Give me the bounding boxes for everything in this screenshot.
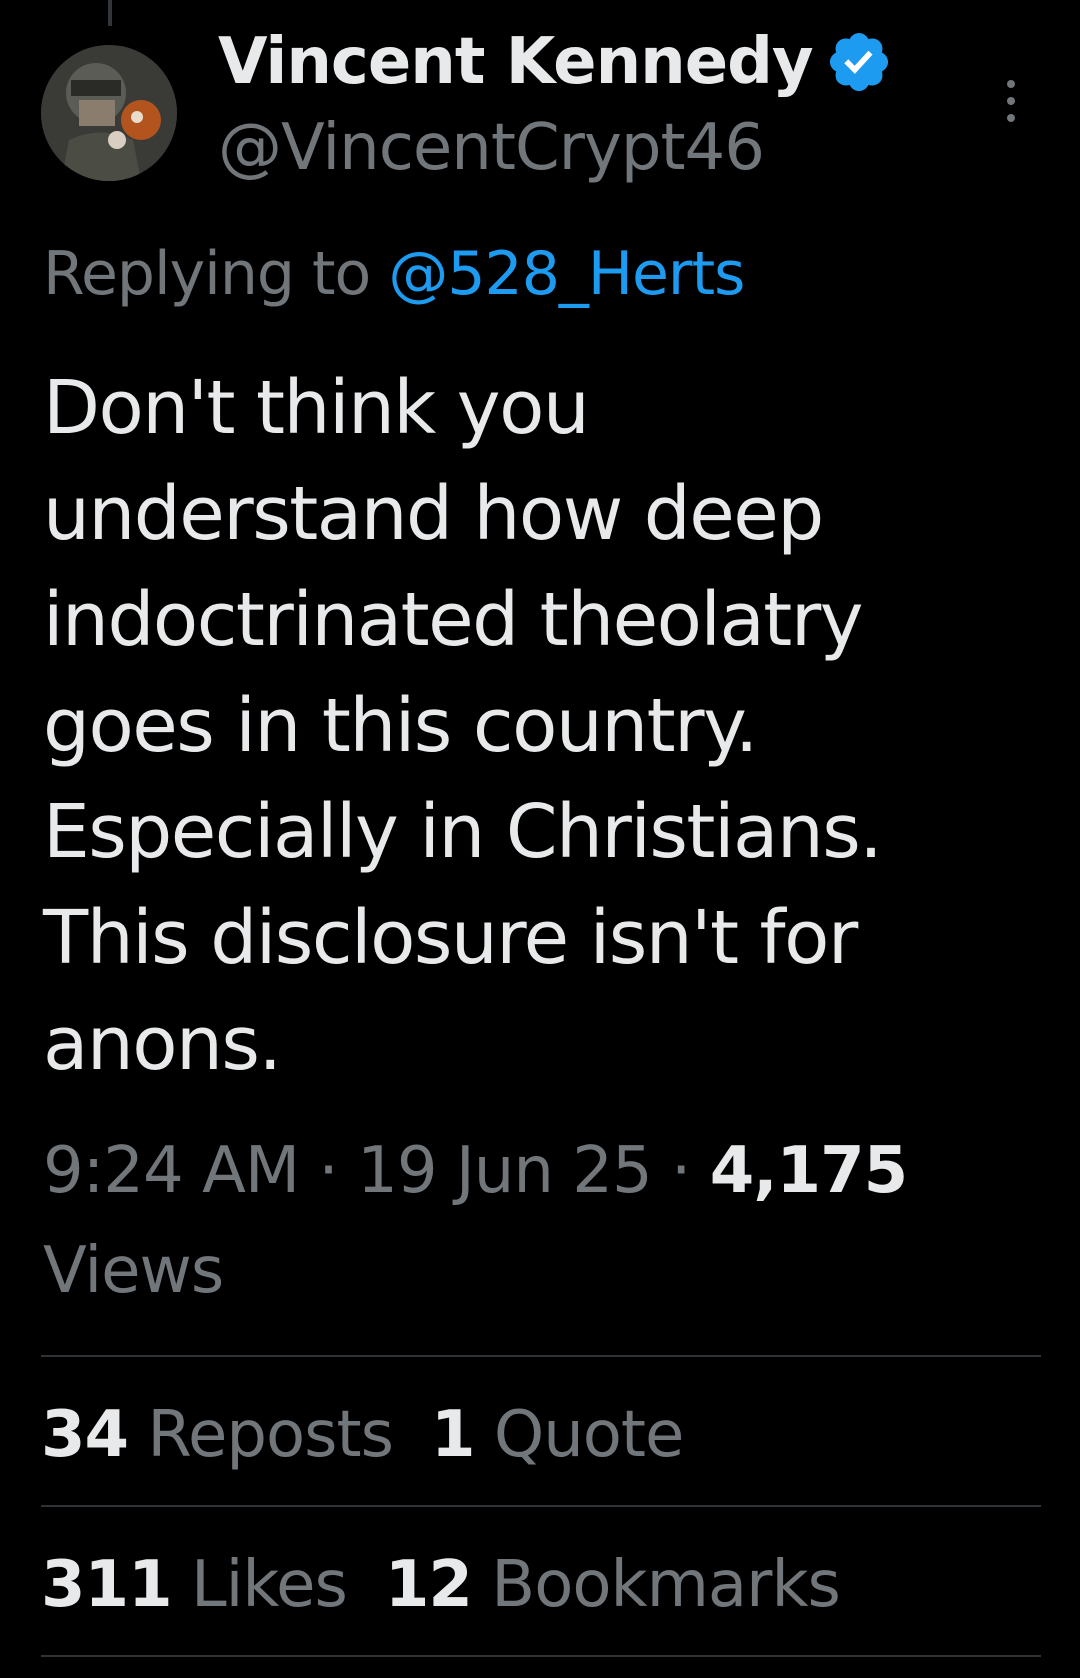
stats-row-likes: 311 Likes 12 Bookmarks: [41, 1545, 878, 1625]
likes-label: Likes: [190, 1548, 348, 1622]
stats-row-reposts: 34 Reposts 1 Quote: [41, 1395, 721, 1475]
tweet-text-line: indoctrinated theolatry: [43, 577, 864, 663]
avatar[interactable]: [41, 45, 177, 181]
reposts-stat[interactable]: 34 Reposts: [41, 1395, 394, 1475]
likes-count: 311: [41, 1548, 173, 1622]
reply-mention-link[interactable]: @528_Herts: [388, 239, 745, 309]
divider: [41, 1505, 1041, 1507]
views-count[interactable]: 4,175: [710, 1134, 908, 1208]
likes-stat[interactable]: 311 Likes: [41, 1545, 348, 1625]
tweet-meta: 9:24 AM · 19 Jun 25 · 4,175 Views: [43, 1121, 1043, 1321]
quotes-count: 1: [430, 1398, 476, 1472]
author-display-name[interactable]: Vincent Kennedy: [218, 22, 814, 102]
meta-separator: ·: [299, 1134, 358, 1208]
author-handle[interactable]: @VincentCrypt46: [218, 108, 765, 188]
more-options-icon[interactable]: [996, 78, 1026, 124]
replying-to-prefix: Replying to: [43, 239, 389, 309]
tweet-meta-row: 9:24 AM · 19 Jun 25 · 4,175: [43, 1121, 1043, 1221]
views-label[interactable]: Views: [43, 1221, 1043, 1321]
divider: [41, 1355, 1041, 1357]
tweet-text-line: This disclosure isn't for: [43, 895, 858, 981]
tweet-text-line: anons.: [43, 1001, 282, 1087]
tweet-text-line: Especially in Christians.: [43, 789, 883, 875]
bookmarks-label: Bookmarks: [491, 1548, 841, 1622]
avatar-image: [41, 45, 177, 181]
reposts-count: 34: [41, 1398, 129, 1472]
tweet-text-line: understand how deep: [43, 471, 824, 557]
replying-to: Replying to @528_Herts: [43, 234, 745, 314]
bookmarks-stat[interactable]: 12 Bookmarks: [384, 1545, 841, 1625]
reposts-label: Reposts: [147, 1398, 394, 1472]
thread-connector-line: [108, 0, 112, 26]
tweet-time[interactable]: 9:24 AM: [43, 1134, 300, 1208]
tweet-text-line: goes in this country.: [43, 683, 758, 769]
quotes-stat[interactable]: 1 Quote: [430, 1395, 685, 1475]
verified-badge-icon: [829, 32, 888, 92]
tweet-text: Don't think you understand how deep indo…: [43, 355, 1043, 1097]
quotes-label: Quote: [493, 1398, 685, 1472]
author-name-row: Vincent Kennedy: [218, 22, 893, 102]
meta-separator: ·: [651, 1134, 710, 1208]
divider: [41, 1655, 1041, 1657]
tweet-date[interactable]: 19 Jun 25: [357, 1134, 653, 1208]
bookmarks-count: 12: [384, 1548, 473, 1622]
tweet-text-line: Don't think you: [43, 365, 590, 451]
